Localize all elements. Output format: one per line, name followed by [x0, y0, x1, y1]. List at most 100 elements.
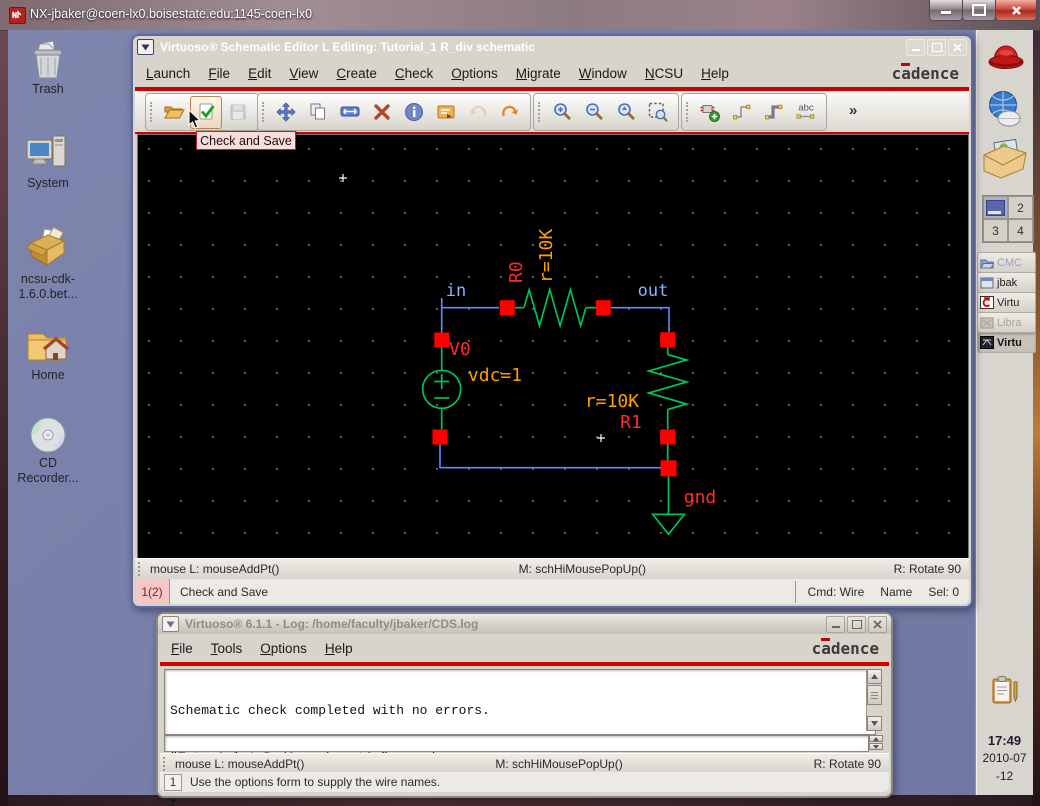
create-wide-wire-button[interactable] — [758, 96, 790, 129]
scroll-thumb[interactable] — [867, 685, 882, 705]
web-browser-icon[interactable] — [984, 88, 1026, 137]
desktop-icon-ncsu-cdk[interactable]: ncsu-cdk- 1.6.0.bet... — [3, 226, 93, 302]
create-wire-label-button[interactable]: abc — [790, 96, 822, 129]
workspace-2[interactable]: 2 — [1008, 196, 1033, 219]
menu-migrate[interactable]: Migrate — [507, 66, 570, 81]
menu-options[interactable]: Options — [442, 66, 507, 81]
nx-minimize-button[interactable] — [929, 0, 963, 21]
properties-button[interactable] — [398, 96, 430, 129]
desktop-icon-cd-recorder[interactable]: CD Recorder... — [3, 414, 93, 486]
label-r1-value[interactable]: r=10K — [585, 391, 639, 412]
net-labels: in out — [446, 281, 669, 301]
label-v0-value[interactable]: vdc=1 — [468, 365, 522, 386]
panel-clock-date-2[interactable]: -12 — [976, 769, 1033, 783]
open-button[interactable] — [158, 96, 190, 129]
zoom-in-button[interactable] — [546, 96, 578, 129]
move-button[interactable] — [270, 96, 302, 129]
menu-edit[interactable]: Edit — [239, 66, 280, 81]
panel-clock-date[interactable]: 2010-07 — [976, 751, 1033, 765]
zoom-out-button[interactable] — [578, 96, 610, 129]
task-button-virtuoso-schematic[interactable]: Virtu — [977, 332, 1036, 353]
schematic-window-titlebar[interactable]: Virtuoso® Schematic Editor L Editing: Tu… — [133, 36, 971, 58]
log-output-area[interactable]: Schematic check completed with no errors… — [164, 669, 876, 806]
menu-window[interactable]: Window — [570, 66, 636, 81]
schematic-prompt-bar: 1(2) Check and Save Cmd: Wire Name Sel: … — [135, 579, 969, 604]
name-indicator: Name — [880, 584, 913, 599]
zoom-pan-icon — [618, 103, 635, 120]
delete-button[interactable] — [366, 96, 398, 129]
descend-edit-button[interactable] — [430, 96, 462, 129]
command-input[interactable] — [164, 735, 869, 752]
log-window-titlebar[interactable]: Virtuoso® 6.1.1 - Log: /home/faculty/jba… — [158, 614, 891, 634]
menu-tools[interactable]: Tools — [202, 641, 252, 656]
save-button[interactable] — [222, 96, 254, 129]
task-button-virtuoso-log[interactable]: Virtu — [977, 292, 1036, 313]
net-label-in[interactable]: in — [446, 281, 466, 301]
task-button-cmc[interactable]: CMC — [977, 252, 1036, 273]
menu-help[interactable]: Help — [692, 66, 738, 81]
window-menu-icon[interactable] — [162, 616, 179, 632]
gnd-symbol[interactable] — [650, 444, 687, 536]
menu-launch[interactable]: Launch — [137, 66, 199, 81]
label-v0-name[interactable]: V0 — [449, 339, 471, 360]
minimize-icon — [941, 11, 951, 14]
workspace-1[interactable] — [983, 196, 1008, 219]
redo-button[interactable] — [494, 96, 526, 129]
window-close-button[interactable] — [948, 38, 967, 56]
task-button-library[interactable]: Libra — [977, 312, 1036, 333]
net-label-out[interactable]: out — [638, 281, 669, 301]
scroll-up-button[interactable] — [867, 669, 882, 684]
toolbar-overflow-button[interactable]: » — [849, 102, 857, 119]
create-instance-button[interactable] — [694, 96, 726, 129]
panel-clock-time[interactable]: 17:49 — [976, 733, 1033, 748]
workspace-4[interactable]: 4 — [1008, 219, 1033, 242]
zoom-fit-button[interactable] — [642, 96, 674, 129]
menu-check[interactable]: Check — [386, 66, 442, 81]
window-maximize-button[interactable] — [927, 38, 946, 56]
undo-button[interactable] — [462, 96, 494, 129]
task-button-jbak[interactable]: jbak — [977, 272, 1036, 293]
nx-maximize-button[interactable] — [962, 0, 996, 21]
window-minimize-button[interactable] — [826, 615, 845, 633]
menu-options[interactable]: Options — [251, 641, 316, 656]
menu-view[interactable]: View — [280, 66, 327, 81]
clipboard-icon[interactable] — [992, 675, 1018, 710]
zoom-in-icon — [554, 103, 571, 120]
desktop-icon-system[interactable]: System — [3, 132, 93, 191]
label-r0-name[interactable]: R0 — [506, 261, 527, 283]
copy-icon — [310, 103, 325, 120]
menu-file[interactable]: File — [199, 66, 239, 81]
label-gnd[interactable]: gnd — [684, 487, 717, 508]
label-r0-value[interactable]: r=10K — [536, 229, 557, 283]
input-spinner[interactable] — [869, 735, 883, 750]
window-menu-icon[interactable] — [137, 39, 154, 55]
window-maximize-button[interactable] — [847, 615, 866, 633]
resistor-R1[interactable] — [645, 347, 690, 430]
redhat-menu-icon[interactable] — [987, 40, 1025, 83]
resistor-R0[interactable] — [515, 286, 596, 329]
window-icon — [980, 277, 994, 288]
workspace-3[interactable]: 3 — [983, 219, 1008, 242]
label-r1-name[interactable]: R1 — [620, 412, 642, 433]
window-close-button[interactable] — [868, 615, 887, 633]
menu-ncsu[interactable]: NCSU — [636, 66, 692, 81]
window-minimize-button[interactable] — [906, 38, 925, 56]
menu-file[interactable]: File — [162, 641, 202, 656]
copy-button[interactable] — [302, 96, 334, 129]
scroll-down-button[interactable] — [867, 716, 882, 731]
pin-squares[interactable] — [432, 300, 677, 477]
desktop-icon-home[interactable]: Home — [3, 324, 93, 383]
log-scrollbar[interactable] — [866, 669, 882, 731]
mail-photo-icon[interactable] — [982, 138, 1028, 187]
schematic-canvas[interactable]: in out R0 V0 R1 gnd r=10K vdc=1 r=10K — [137, 134, 969, 559]
nx-close-button[interactable] — [995, 0, 1037, 21]
menu-create[interactable]: Create — [327, 66, 386, 81]
zoom-to-point-button[interactable] — [610, 96, 642, 129]
desktop-icon-trash[interactable]: Trash — [3, 40, 93, 97]
home-folder-icon — [27, 333, 70, 361]
stretch-button[interactable] — [334, 96, 366, 129]
menu-help[interactable]: Help — [316, 641, 362, 656]
create-wire-button[interactable] — [726, 96, 758, 129]
move-icon — [276, 101, 296, 122]
check-and-save-tooltip: Check and Save — [196, 131, 296, 150]
